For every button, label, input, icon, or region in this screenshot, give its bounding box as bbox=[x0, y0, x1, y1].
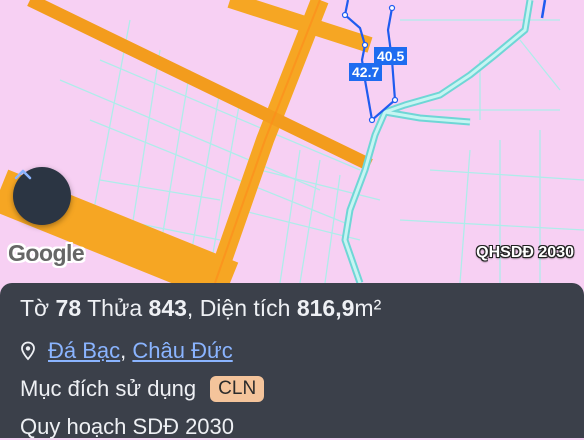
separator: , bbox=[120, 338, 133, 363]
ward-link[interactable]: Đá Bạc bbox=[48, 338, 120, 364]
district-link[interactable]: Châu Đức bbox=[132, 338, 232, 364]
area-value: 816,9 bbox=[296, 295, 355, 321]
location-row: Đá Bạc, Châu Đức bbox=[20, 338, 233, 364]
sheet-number: 78 bbox=[55, 295, 82, 321]
plot-number: 843 bbox=[148, 295, 187, 321]
map-view[interactable]: 40.5 42.7 Google QHSDĐ 2030 bbox=[0, 0, 584, 283]
expand-panel-button[interactable] bbox=[13, 167, 71, 225]
land-use-label: Mục đích sử dụng bbox=[20, 376, 197, 401]
land-use-row: Mục đích sử dụng CLN bbox=[20, 376, 265, 402]
planning-label: Quy hoạch SDĐ 2030 bbox=[20, 414, 235, 439]
sheet-label: Tờ bbox=[20, 295, 50, 321]
chevron-up-icon bbox=[14, 169, 32, 180]
parcel-summary: Tờ 78 Thửa 843, Diện tích 816,9m² bbox=[20, 295, 381, 322]
map-canvas[interactable] bbox=[0, 0, 584, 283]
area-label: Diện tích bbox=[199, 295, 291, 321]
land-use-badge[interactable]: CLN bbox=[210, 376, 265, 402]
map-pin-icon bbox=[21, 341, 35, 361]
map-layer-label: QHSDĐ 2030 bbox=[476, 244, 574, 261]
edge-length-label: 42.7 bbox=[349, 63, 383, 81]
area-unit: m² bbox=[354, 295, 382, 321]
google-logo: Google bbox=[8, 240, 85, 266]
parcel-info-panel: Tờ 78 Thửa 843, Diện tích 816,9m² Đá Bạc… bbox=[0, 283, 584, 439]
separator: , bbox=[186, 295, 194, 321]
plot-label: Thửa bbox=[87, 295, 143, 321]
